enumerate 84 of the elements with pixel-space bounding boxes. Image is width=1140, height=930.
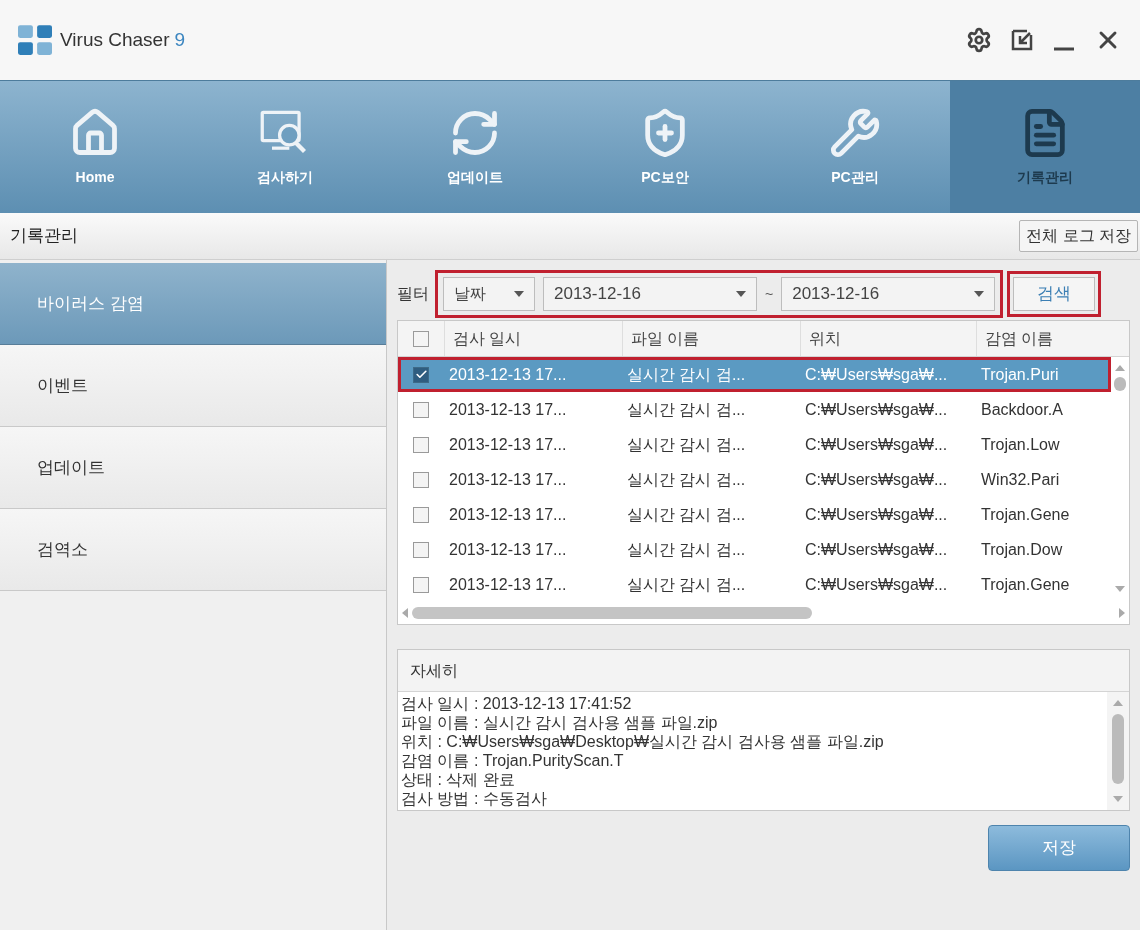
caret-icon [974, 291, 985, 297]
table-row[interactable]: 2013-12-13 17... 실시간 감시 검... C:₩Users₩sga₩... Trojan.Gene [398, 567, 1111, 602]
table-cell-text: 2013-12-13 17... [448, 434, 568, 455]
logo-icon [18, 25, 52, 55]
checkbox[interactable] [413, 401, 429, 418]
scroll-thumb[interactable] [1114, 377, 1126, 391]
table-cell-text: 2013-12-13 17... [448, 469, 568, 490]
table-cell-text: Trojan.Low [980, 434, 1061, 455]
table-cell-text: C:₩Users₩sga₩... [804, 469, 949, 490]
mini-mode-icon[interactable] [1010, 28, 1034, 52]
table-cell-text: C:₩Users₩sga₩... [804, 434, 949, 455]
detail-line: 검사 일시 : 2013-12-13 17:41:52 [401, 694, 633, 713]
table-cell-text: Trojan.Gene [980, 574, 1071, 595]
table-cell-text: C:₩Users₩sga₩... [804, 399, 949, 420]
table-cell-text: C:₩Users₩sga₩... [804, 574, 949, 595]
check-icon [414, 368, 428, 381]
scroll-thumb[interactable] [412, 607, 812, 619]
sidebar-item[interactable]: 업데이트 [0, 427, 386, 509]
table-cell-text: Trojan.Dow [980, 539, 1064, 560]
table-cell-text: 실시간 감시 검... [626, 434, 747, 455]
table-cell-text: 2013-12-13 17... [448, 504, 568, 525]
table-cell-text: 2013-12-13 17... [448, 364, 568, 385]
checkbox[interactable] [413, 576, 429, 593]
details-title: 자세히 [410, 660, 458, 681]
scroll-down-arrow-icon[interactable] [1115, 586, 1125, 592]
search-button[interactable]: 검색 [1013, 277, 1096, 311]
table-cell-text: Trojan.Gene [980, 504, 1071, 525]
scroll-down-arrow-icon[interactable] [1113, 796, 1123, 802]
range-separator: ~ [765, 284, 774, 304]
table-cell-text: Trojan.Puri [980, 364, 1060, 385]
table-cell-text: 실시간 감시 검... [626, 469, 747, 490]
detail-line: 위치 : C:₩Users₩sga₩Desktop₩실시간 감시 검사용 샘플 파일.zip [401, 732, 885, 751]
filter-label: 필터 [397, 284, 429, 304]
table-cell-text: 2013-12-13 17... [448, 539, 568, 560]
table-cell-text: 2013-12-13 17... [448, 399, 568, 420]
scroll-up-arrow-icon[interactable] [1113, 700, 1123, 706]
checkbox[interactable] [413, 471, 429, 488]
checkbox[interactable] [413, 436, 429, 453]
vertical-scrollbar[interactable] [1107, 692, 1129, 810]
filter-type-dropdown[interactable]: 날짜 [443, 277, 535, 311]
detail-line: 감염 이름 : Trojan.PurityScan.T [401, 751, 625, 770]
table-cell-text: C:₩Users₩sga₩... [804, 504, 949, 525]
table-cell-text: 실시간 감시 검... [626, 399, 747, 420]
end-date-dropdown[interactable]: 2013-12-16 [781, 277, 996, 311]
detail-line: 상태 : 삭제 완료 [401, 770, 516, 789]
scroll-thumb[interactable] [1112, 714, 1124, 784]
caret-icon [736, 291, 746, 297]
column-header[interactable]: 검사 일시 [444, 321, 622, 356]
column-header[interactable]: 위치 [800, 321, 976, 356]
start-date-dropdown[interactable]: 2013-12-16 [543, 277, 757, 311]
settings-icon[interactable] [966, 27, 992, 53]
table-cell-text: 실시간 감시 검... [626, 574, 747, 595]
checkbox[interactable] [413, 506, 429, 523]
table-row[interactable]: 2013-12-13 17... 실시간 감시 검... C:₩Users₩sga₩... Backdoor.A [398, 392, 1111, 427]
sidebar-item[interactable]: 이벤트 [0, 345, 386, 427]
window-title: Virus Chaser [60, 27, 170, 52]
checkbox[interactable] [413, 330, 429, 347]
caret-icon [514, 291, 524, 297]
scroll-up-arrow-icon[interactable] [1115, 365, 1125, 371]
detail-line: 검사 방법 : 수동검사 [401, 789, 548, 808]
scroll-right-arrow-icon[interactable] [1119, 608, 1125, 618]
column-header[interactable]: 감염 이름 [976, 321, 1106, 356]
table-cell-text: 실시간 감시 검... [626, 539, 747, 560]
table-cell-text: Win32.Pari [980, 469, 1061, 490]
scroll-left-arrow-icon[interactable] [402, 608, 408, 618]
checkbox[interactable] [413, 366, 429, 383]
page-title: 기록관리 [10, 225, 78, 248]
table-cell-text: 실시간 감시 검... [626, 364, 747, 385]
table-cell-text: C:₩Users₩sga₩... [804, 364, 949, 385]
detail-line: 파일 이름 : 실시간 감시 검사용 샘플 파일.zip [401, 713, 719, 732]
table-row[interactable]: 2013-12-13 17... 실시간 감시 검... C:₩Users₩sga₩... Trojan.Gene [398, 497, 1111, 532]
version-number: 9 [174, 27, 186, 52]
save-all-log-button[interactable]: 전체 로그 저장 [1019, 220, 1138, 252]
table-cell-text: C:₩Users₩sga₩... [804, 539, 949, 560]
table-cell-text: Backdoor.A [980, 399, 1064, 420]
table-cell-text: 실시간 감시 검... [626, 504, 747, 525]
wrench-icon [829, 106, 881, 159]
checkbox[interactable] [413, 541, 429, 558]
column-header[interactable]: 파일 이름 [622, 321, 800, 356]
table-row[interactable]: 2013-12-13 17... 실시간 감시 검... C:₩Users₩sga₩... Win32.Pari [398, 462, 1111, 497]
table-cell-text: 2013-12-13 17... [448, 574, 568, 595]
table-row[interactable]: 2013-12-13 17... 실시간 감시 검... C:₩Users₩sga₩... Trojan.Dow [398, 532, 1111, 567]
table-row[interactable]: 2013-12-13 17... 실시간 감시 검... C:₩Users₩sga₩... Trojan.Low [398, 427, 1111, 462]
sidebar-item[interactable]: 검역소 [0, 509, 386, 591]
